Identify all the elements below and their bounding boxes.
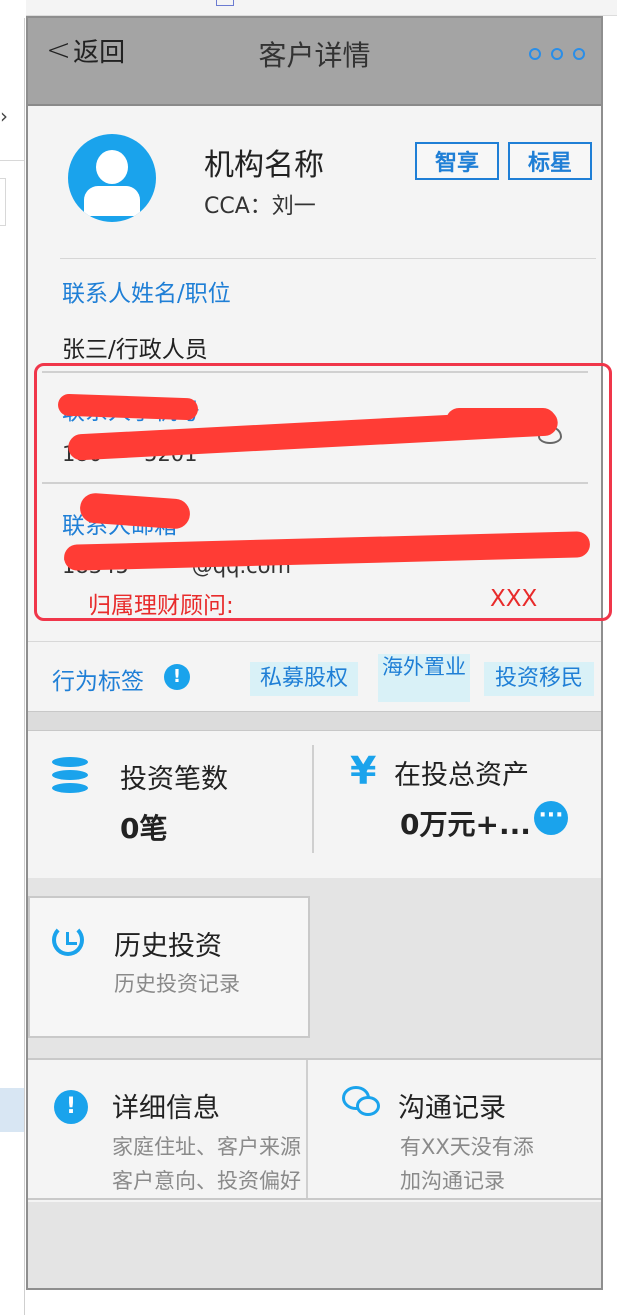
- more-icon[interactable]: ···: [534, 801, 568, 835]
- background-page-fragment: ›: [0, 0, 26, 1315]
- divider: [0, 178, 6, 226]
- arrow-right-icon: ›: [0, 104, 8, 128]
- cca-name: CCA：刘一: [204, 194, 316, 219]
- org-name: 机构名称: [204, 148, 324, 183]
- detail-subtitle-line: 家庭住址、客户来源: [112, 1135, 301, 1159]
- section-gap: [28, 711, 601, 731]
- smart-share-button[interactable]: 智享: [415, 142, 499, 180]
- star-button[interactable]: 标星: [508, 142, 592, 180]
- more-button[interactable]: [529, 48, 585, 60]
- total-assets-value: 0万元+...: [400, 808, 531, 841]
- behavior-tags-row: 行为标签 ! 私募股权 海外置业 投资移民: [28, 641, 601, 711]
- history-icon: [52, 924, 84, 956]
- navigation-bar: < 返回 客户详情: [28, 18, 601, 106]
- empty-footer-area: [28, 1202, 601, 1288]
- bottom-cards-row: ! 详细信息 家庭住址、客户来源 客户意向、投资偏好 沟通记录 有XX天没有添 …: [28, 1058, 601, 1200]
- history-title: 历史投资: [114, 931, 222, 962]
- tag-private-equity[interactable]: 私募股权: [250, 662, 358, 696]
- top-strip: [26, 0, 617, 16]
- comm-subtitle-line: 加沟通记录: [400, 1169, 505, 1193]
- detail-title: 详细信息: [112, 1093, 220, 1124]
- history-subtitle: 历史投资记录: [114, 972, 240, 996]
- profile-header: 机构名称 CCA：刘一 智享 标星: [28, 108, 601, 260]
- comm-subtitle: 有XX天没有添 加沟通记录: [400, 1130, 534, 1198]
- tag-investment-immigration[interactable]: 投资移民: [484, 662, 594, 696]
- selected-row-fragment: [0, 1088, 24, 1132]
- database-icon: [52, 757, 88, 793]
- more-dots-icon: [573, 48, 585, 60]
- window-fragment: [216, 0, 234, 6]
- contact-name-value: 张三/行政人员: [62, 337, 208, 363]
- card-grid: 历史投资 历史投资记录: [28, 878, 601, 1058]
- chat-icon: [342, 1086, 382, 1120]
- comm-title: 沟通记录: [398, 1093, 506, 1124]
- divider: [0, 160, 24, 161]
- highlight-annotation: [34, 363, 612, 621]
- detail-subtitle: 家庭住址、客户来源 客户意向、投资偏好: [112, 1130, 301, 1198]
- investment-count-value: 0笔: [120, 812, 168, 845]
- yen-icon: ¥: [350, 749, 377, 793]
- stats-panel: 投资笔数 0笔 ¥ 在投总资产 0万元+... ···: [28, 731, 601, 877]
- user-icon-body: [84, 186, 140, 216]
- info-icon: !: [54, 1090, 88, 1124]
- detail-subtitle-line: 客户意向、投资偏好: [112, 1169, 301, 1193]
- total-assets-label: 在投总资产: [394, 760, 529, 791]
- comm-subtitle-line: 有XX天没有添: [400, 1135, 534, 1159]
- investment-count-label: 投资笔数: [120, 764, 228, 795]
- user-icon: [96, 150, 128, 184]
- divider: [24, 18, 25, 1315]
- info-icon[interactable]: !: [164, 664, 190, 690]
- phone-screen: < 返回 客户详情 机构名称 CCA：刘一 智享 标星 联系人姓名/职位 张三/…: [26, 16, 612, 1290]
- tag-overseas-property[interactable]: 海外置业: [378, 654, 470, 702]
- divider: [312, 745, 314, 853]
- avatar: [68, 134, 156, 222]
- contact-name-label: 联系人姓名/职位: [62, 281, 231, 307]
- divider: [60, 258, 596, 259]
- more-dots-icon: [551, 48, 563, 60]
- more-dots-icon: [529, 48, 541, 60]
- history-investment-card[interactable]: 历史投资 历史投资记录: [28, 896, 310, 1038]
- page-title: 客户详情: [258, 39, 371, 72]
- divider: [306, 1060, 308, 1198]
- behavior-tags-label: 行为标签: [52, 669, 144, 695]
